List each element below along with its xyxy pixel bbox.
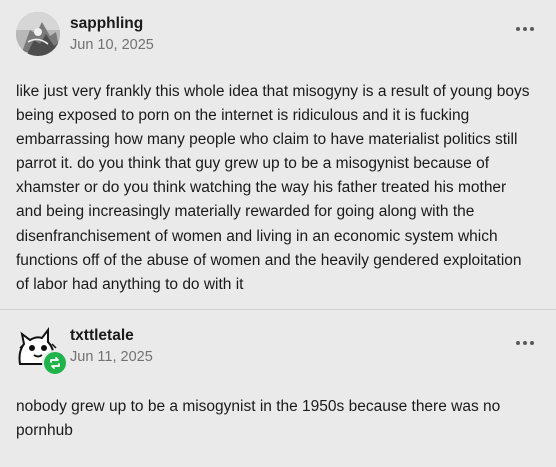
dot bbox=[516, 27, 520, 31]
post-meta: txttletale Jun 11, 2025 bbox=[70, 326, 153, 367]
post-body: like just very frankly this whole idea t… bbox=[16, 83, 530, 293]
username[interactable]: txttletale bbox=[70, 326, 153, 346]
post-txttletale: txttletale Jun 11, 2025 nobody grew up t… bbox=[0, 310, 556, 467]
dot bbox=[530, 27, 534, 31]
more-options-icon[interactable] bbox=[516, 341, 534, 345]
post-body: nobody grew up to be a misogynist in the… bbox=[16, 398, 501, 440]
dot bbox=[516, 341, 520, 345]
post-meta: sapphling Jun 10, 2025 bbox=[70, 14, 154, 55]
username[interactable]: sapphling bbox=[70, 14, 154, 34]
avatar-icon[interactable] bbox=[16, 324, 68, 376]
post-sapphling: sapphling Jun 10, 2025 like just very fr… bbox=[0, 0, 556, 309]
dot bbox=[523, 27, 527, 31]
post-date[interactable]: Jun 11, 2025 bbox=[70, 347, 153, 367]
dot bbox=[530, 341, 534, 345]
reblog-icon bbox=[42, 350, 68, 376]
post-header: sapphling Jun 10, 2025 bbox=[16, 0, 540, 56]
dot bbox=[523, 341, 527, 345]
more-options-icon[interactable] bbox=[516, 27, 534, 31]
post-date[interactable]: Jun 10, 2025 bbox=[70, 35, 154, 55]
avatar-icon[interactable] bbox=[16, 12, 60, 56]
post-header: txttletale Jun 11, 2025 bbox=[16, 310, 540, 376]
